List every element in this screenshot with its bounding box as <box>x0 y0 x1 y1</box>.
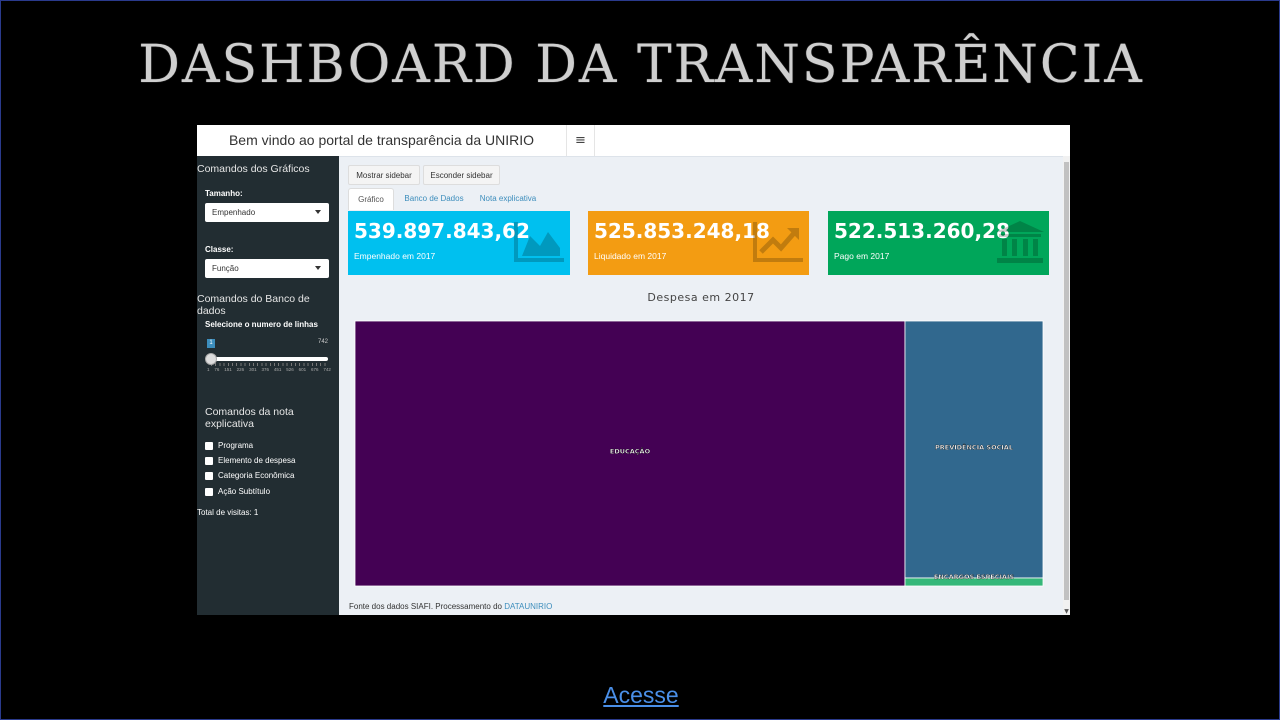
tamanho-select[interactable]: Empenhado <box>205 203 329 222</box>
classe-select-value: Função <box>212 264 239 273</box>
treemap-chart: EDUCAÇÃO PREVIDÊNCIA SOCIAL ENCARGOS ESPEC… <box>354 320 1044 587</box>
linhas-slider[interactable]: 1 742 1 76 151 226 301 376 451 526 601 6… <box>205 334 331 374</box>
tamanho-select-value: Empenhado <box>212 208 256 217</box>
scroll-down-icon[interactable]: ▼ <box>1063 608 1070 615</box>
checkbox-label: Ação Subtítulo <box>218 487 271 496</box>
checkbox-categoria-economica[interactable]: Categoria Econômica <box>205 471 294 480</box>
slider-tick: 742 <box>323 367 331 372</box>
hamburger-icon[interactable]: ≡ <box>567 125 595 156</box>
checkbox-elemento-despesa[interactable]: Elemento de despesa <box>205 456 295 465</box>
sidebar-heading-graficos: Comandos dos Gráficos <box>197 163 310 175</box>
treemap-cell-label: EDUCAÇÃO <box>610 447 651 456</box>
footer-text: Fonte dos dados SIAFI. Processamento do <box>349 602 505 611</box>
caret-down-icon <box>315 210 321 214</box>
slide-title: Dashboard da Transparência <box>138 35 1144 95</box>
caret-down-icon <box>315 266 321 270</box>
classe-select[interactable]: Função <box>205 259 329 278</box>
main-content: Mostrar sidebar Esconder sidebar Gráfico… <box>339 156 1063 615</box>
slider-tick: 76 <box>214 367 220 372</box>
dashboard-app: Bem vindo ao portal de transparência da … <box>197 125 1070 615</box>
linhas-label: Selecione o numero de linhas <box>205 320 318 329</box>
slider-max-label: 742 <box>317 339 328 345</box>
slider-handle[interactable] <box>205 353 217 365</box>
checkbox-box[interactable] <box>205 441 213 450</box>
treemap-cell-label: ENCARGOS ESPECIAIS <box>934 573 1014 581</box>
checkbox-label: Elemento de despesa <box>218 456 296 465</box>
slider-ticks: 1 76 151 226 301 376 451 526 601 676 742 <box>207 367 331 372</box>
checkbox-label: Categoria Econômica <box>218 471 295 480</box>
slider-tick: 301 <box>249 367 257 372</box>
slider-tick: 526 <box>286 367 294 372</box>
slider-tick: 151 <box>224 367 232 372</box>
scrollbar-thumb[interactable] <box>1064 162 1069 600</box>
sidebar-heading-nota: Comandos da nota explicativa <box>205 406 294 430</box>
checkbox-box[interactable] <box>205 456 213 465</box>
datauinirio-link[interactable]: DATAUNIRIO <box>504 602 552 611</box>
checkbox-label: Programa <box>218 441 254 450</box>
slider-tick: 676 <box>311 367 319 372</box>
vertical-scrollbar[interactable]: ▼ <box>1063 156 1070 615</box>
acesse-link[interactable]: Acesse <box>1 682 1280 709</box>
slider-track[interactable] <box>211 357 328 361</box>
classe-label: Classe: <box>205 245 234 254</box>
slider-value-badge: 1 <box>207 339 215 348</box>
slider-tick: 376 <box>261 367 269 372</box>
tamanho-label: Tamanho: <box>205 189 243 198</box>
checkbox-acao-subtitulo[interactable]: Ação Subtítulo <box>205 487 270 496</box>
top-navbar: Bem vindo ao portal de transparência da … <box>197 125 1070 157</box>
checkbox-box[interactable] <box>205 471 213 480</box>
sidebar-heading-banco: Comandos do Banco de dados <box>197 293 310 317</box>
slider-tick: 601 <box>298 367 307 372</box>
visitas-counter: Total de visitas: 1 <box>197 508 259 517</box>
slider-grid <box>211 363 328 366</box>
brand-title: Bem vindo ao portal de transparência da … <box>197 125 567 156</box>
checkbox-programa[interactable]: Programa <box>205 441 253 450</box>
slider-tick: 451 <box>273 367 282 372</box>
slider-tick: 1 <box>207 367 210 372</box>
checkbox-box[interactable] <box>205 487 213 496</box>
slider-tick: 226 <box>236 367 245 372</box>
sidebar: Comandos dos Gráficos Tamanho: Empenhado… <box>197 156 339 615</box>
treemap-cell-label: PREVIDÊNCIA SOCIAL <box>935 443 1013 452</box>
footer: Fonte dos dados SIAFI. Processamento do … <box>349 602 552 611</box>
